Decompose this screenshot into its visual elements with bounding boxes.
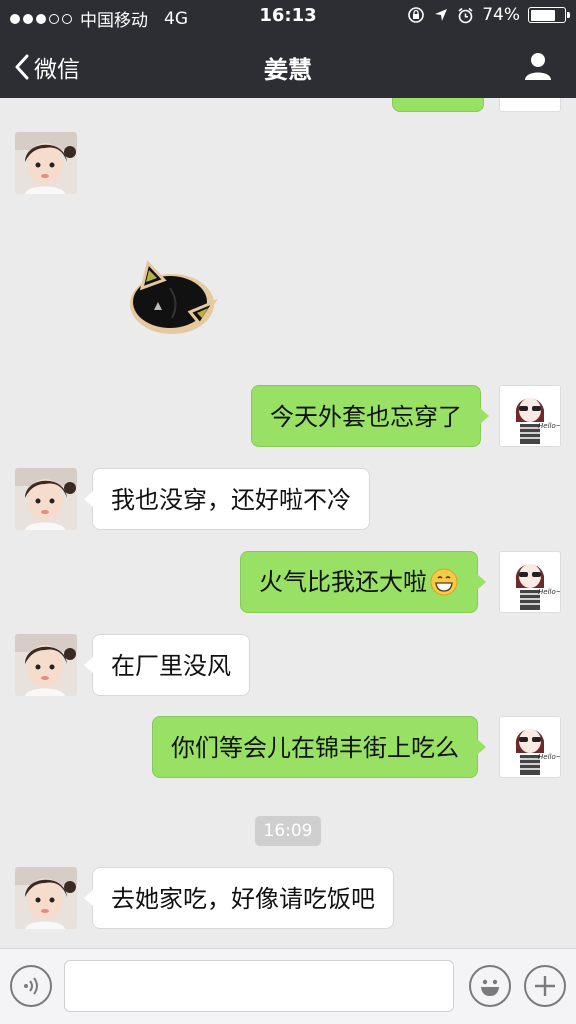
previous-message-bubble[interactable] <box>392 98 484 112</box>
plus-icon <box>535 976 555 996</box>
self-avatar[interactable]: Hello~ <box>499 385 561 447</box>
battery-fill <box>530 9 555 21</box>
plus-button[interactable] <box>524 965 566 1007</box>
voice-button[interactable] <box>10 965 52 1007</box>
self-avatar-caption: Hello~ <box>538 422 561 430</box>
rotation-lock-icon <box>408 7 425 23</box>
self-avatar[interactable] <box>499 98 561 112</box>
chat-area[interactable]: 今天外套也忘穿了 Hello~ 我也没穿，还好啦不冷 火气比我还大啦 Hello… <box>0 98 576 948</box>
voice-icon <box>24 977 38 995</box>
status-bar: 中国移动 4G 16:13 74% <box>0 0 576 34</box>
message-bubble-outgoing[interactable]: 火气比我还大啦 <box>240 551 486 613</box>
status-right: 74% <box>407 5 570 25</box>
self-avatar-caption: Hello~ <box>538 753 561 761</box>
message-bubble-incoming[interactable]: 去她家吃，好像请吃饭吧 <box>84 867 394 929</box>
emoji-icon <box>481 979 499 996</box>
message-bubble-outgoing[interactable]: 你们等会儿在锦丰街上吃么 <box>152 716 486 778</box>
alarm-icon <box>458 7 473 23</box>
self-avatar-caption: Hello~ <box>538 588 561 596</box>
contact-avatar[interactable] <box>15 634 77 696</box>
chat-title: 姜慧 <box>264 56 312 84</box>
top-bar: 中国移动 4G 16:13 74% 微信 姜慧 <box>0 0 576 98</box>
nav-bar: 微信 姜慧 <box>0 34 576 98</box>
input-bar <box>0 948 576 1024</box>
message-input[interactable] <box>64 960 454 1012</box>
profile-button[interactable] <box>522 50 554 82</box>
message-timestamp: 16:09 <box>255 816 321 846</box>
contact-avatar[interactable] <box>15 867 77 929</box>
black-cat-sticker[interactable] <box>120 258 220 338</box>
self-avatar[interactable]: Hello~ <box>499 716 561 778</box>
contact-avatar[interactable] <box>15 132 77 194</box>
self-avatar[interactable]: Hello~ <box>499 551 561 613</box>
message-bubble-incoming[interactable]: 我也没穿，还好啦不冷 <box>84 468 370 530</box>
message-bubble-incoming[interactable]: 在厂里没风 <box>84 634 250 696</box>
person-icon <box>525 53 551 80</box>
location-icon <box>435 9 448 21</box>
emoji-button[interactable] <box>469 965 511 1007</box>
message-bubble-outgoing[interactable]: 今天外套也忘穿了 <box>251 385 489 447</box>
grin-emoji-icon <box>430 568 458 596</box>
battery-percent: 74% <box>482 5 520 25</box>
contact-avatar[interactable] <box>15 468 77 530</box>
battery-icon <box>528 7 570 23</box>
message-text: 火气比我还大啦 <box>259 568 427 596</box>
